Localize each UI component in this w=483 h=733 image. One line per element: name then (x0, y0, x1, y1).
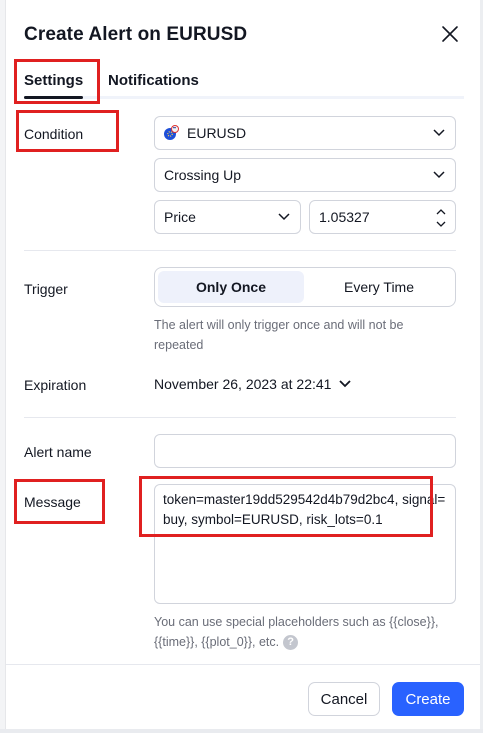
bottom-edge (0, 729, 483, 733)
symbol-flag-icon (163, 125, 179, 141)
message-hint: You can use special placeholders such as… (154, 612, 454, 652)
source-value: Price (164, 209, 196, 225)
stepper-icon[interactable] (436, 208, 446, 228)
message-text: token=master19dd529542d4b79d2bc4, signal… (163, 492, 446, 527)
dialog-title: Create Alert on EURUSD (24, 24, 248, 45)
message-label: Message (24, 494, 81, 510)
cancel-button[interactable]: Cancel (308, 682, 380, 716)
footer-divider (6, 664, 480, 665)
tab-bar-line (24, 96, 464, 99)
chevron-down-icon (433, 171, 445, 179)
section-divider (24, 417, 456, 418)
section-divider (24, 250, 456, 251)
expiration-picker[interactable]: November 26, 2023 at 22:41 (154, 376, 352, 392)
help-icon[interactable]: ? (283, 635, 299, 651)
trigger-hint: The alert will only trigger once and wil… (154, 318, 404, 352)
tab-settings[interactable]: Settings (24, 72, 83, 89)
alert-name-label: Alert name (24, 444, 92, 460)
expiration-label: Expiration (24, 377, 87, 393)
trigger-every-time-option[interactable]: Every Time (306, 271, 452, 303)
trigger-toggle: Only Once Every Time (154, 267, 456, 307)
condition-label: Condition (24, 126, 84, 142)
background-strip (0, 0, 6, 733)
alert-name-input[interactable] (154, 434, 456, 468)
operator-value: Crossing Up (164, 167, 242, 183)
chevron-down-icon (433, 129, 445, 137)
tab-notifications[interactable]: Notifications (108, 72, 199, 89)
active-tab-indicator (24, 96, 83, 99)
source-select[interactable]: Price (154, 200, 301, 234)
value-text: 1.05327 (319, 209, 370, 225)
trigger-label: Trigger (24, 281, 68, 297)
operator-select[interactable]: Crossing Up (154, 158, 456, 192)
symbol-value: EURUSD (187, 125, 247, 141)
trigger-only-once-option[interactable]: Only Once (158, 271, 304, 303)
value-input[interactable]: 1.05327 (309, 200, 456, 234)
create-button[interactable]: Create (392, 682, 464, 716)
symbol-select[interactable]: EURUSD (154, 116, 456, 150)
chevron-down-icon (278, 213, 290, 221)
close-icon (442, 26, 458, 42)
tab-bar: Settings Notifications (14, 60, 464, 100)
expiration-value: November 26, 2023 at 22:41 (154, 376, 332, 392)
chevron-down-icon (339, 380, 352, 388)
close-button[interactable] (438, 22, 462, 46)
